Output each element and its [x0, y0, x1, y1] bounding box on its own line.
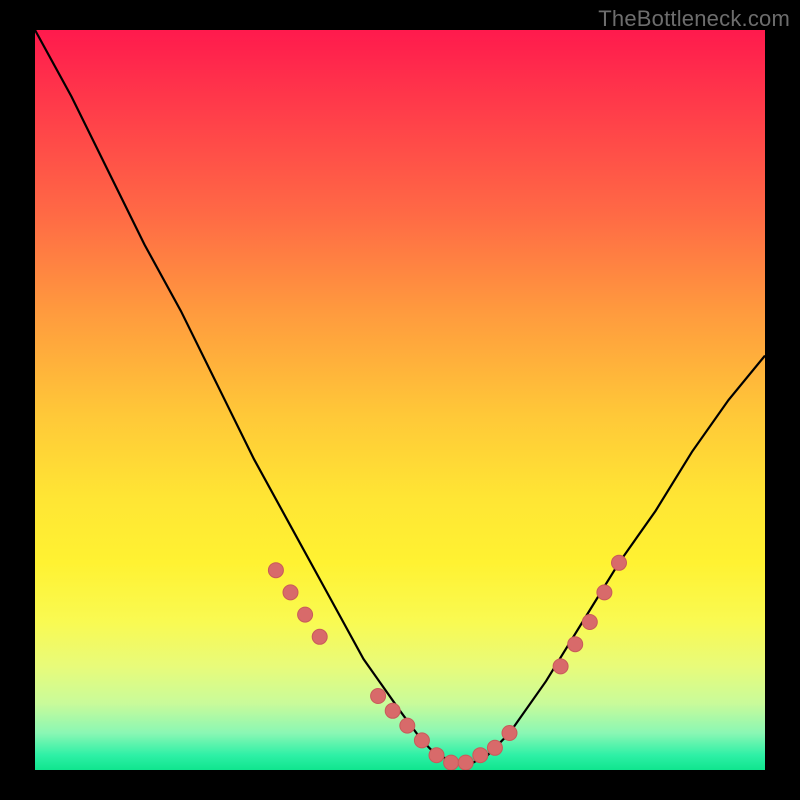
marker-dot	[612, 555, 627, 570]
bottleneck-curve	[35, 30, 765, 763]
marker-dot	[458, 755, 473, 770]
marker-dot	[553, 659, 568, 674]
marker-dot	[582, 615, 597, 630]
marker-dot	[444, 755, 459, 770]
highlighted-markers	[268, 555, 626, 770]
chart-frame: TheBottleneck.com	[0, 0, 800, 800]
marker-dot	[400, 718, 415, 733]
marker-dot	[268, 563, 283, 578]
marker-dot	[298, 607, 313, 622]
marker-dot	[597, 585, 612, 600]
marker-dot	[385, 703, 400, 718]
plot-area	[35, 30, 765, 770]
marker-dot	[371, 689, 386, 704]
marker-dot	[473, 748, 488, 763]
chart-svg	[35, 30, 765, 770]
watermark-text: TheBottleneck.com	[598, 6, 790, 32]
marker-dot	[414, 733, 429, 748]
marker-dot	[502, 726, 517, 741]
marker-dot	[283, 585, 298, 600]
marker-dot	[487, 740, 502, 755]
marker-dot	[312, 629, 327, 644]
marker-dot	[568, 637, 583, 652]
marker-dot	[429, 748, 444, 763]
